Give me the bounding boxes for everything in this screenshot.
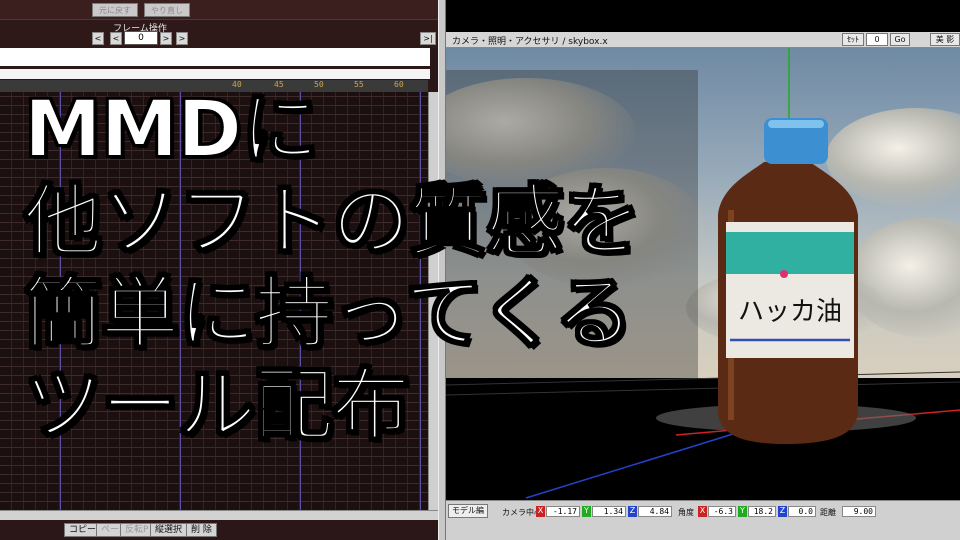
timeline-toolbar: 元に戻す やり直し bbox=[0, 0, 440, 20]
x-axis-badge: X bbox=[698, 506, 707, 517]
headline-line-2: 他ソフトの質感を bbox=[23, 176, 642, 268]
paste-reverse-button[interactable]: 反転P bbox=[120, 523, 154, 537]
distance-label: 距離 bbox=[820, 508, 836, 517]
horizontal-scrollbar[interactable] bbox=[0, 510, 438, 520]
viewport-title: カメラ・照明・アクセサリ / skybox.x bbox=[452, 37, 608, 47]
bottle-cap-highlight bbox=[768, 120, 824, 128]
track-header-area bbox=[0, 48, 430, 66]
camera-center-z[interactable]: 4.84 bbox=[638, 506, 672, 517]
z-axis-badge: Z bbox=[628, 506, 637, 517]
redo-button[interactable]: やり直し bbox=[144, 3, 190, 17]
last-frame-button[interactable]: > bbox=[176, 32, 188, 45]
bone-marker[interactable] bbox=[780, 270, 788, 278]
undo-button[interactable]: 元に戻す bbox=[92, 3, 138, 17]
first-frame-button[interactable]: < bbox=[92, 32, 104, 45]
render-options[interactable]: 美 影 bbox=[930, 33, 960, 46]
frame-number-input[interactable]: 0 bbox=[124, 31, 158, 45]
z-axis-badge: Z bbox=[778, 506, 787, 517]
distance-value[interactable]: 9.00 bbox=[842, 506, 876, 517]
y-axis-badge: Y bbox=[582, 506, 591, 517]
viewport-title-bar: カメラ・照明・アクセサリ / skybox.x ｾｯﾄ 0 Go 美 影 bbox=[446, 32, 960, 48]
track-header-area-2 bbox=[0, 69, 430, 79]
headline-line-4: ツール配布 bbox=[23, 360, 411, 452]
set-frame-input[interactable]: 0 bbox=[866, 33, 888, 46]
set-label: ｾｯﾄ bbox=[842, 33, 864, 46]
delete-button[interactable]: 削 除 bbox=[186, 523, 217, 537]
timeline-bottom-bar: コピー ペースト 反転P 縦選択 削 除 bbox=[0, 520, 440, 540]
next-frame-button[interactable]: > bbox=[160, 32, 172, 45]
headline-line-3: 簡単に持ってくる bbox=[23, 268, 634, 360]
go-button[interactable]: Go bbox=[890, 33, 910, 46]
bottle-label-text: ハッカ油 bbox=[738, 297, 842, 327]
headline: MMDに 他ソフトの質感を 簡単に持ってくる ツール配布 bbox=[23, 84, 704, 452]
camera-center-y[interactable]: 1.34 bbox=[592, 506, 626, 517]
camera-status-bar: モデル編 カメラ中心 X -1.17 Y 1.34 Z 4.84 角度 X -6… bbox=[446, 500, 960, 540]
frame-operations: フレーム操作 < < 0 > > >| bbox=[0, 20, 440, 48]
y-axis-badge: Y bbox=[738, 506, 747, 517]
x-axis-badge: X bbox=[536, 506, 545, 517]
prev-frame-button[interactable]: < bbox=[110, 32, 122, 45]
camera-center-x[interactable]: -1.17 bbox=[546, 506, 580, 517]
angle-z[interactable]: 0.0 bbox=[788, 506, 816, 517]
headline-line-1: MMDに bbox=[23, 84, 320, 176]
angle-x[interactable]: -6.3 bbox=[708, 506, 736, 517]
label-teal-band bbox=[726, 232, 854, 274]
vertical-select-button[interactable]: 縦選択 bbox=[150, 523, 188, 537]
jump-end-button[interactable]: >| bbox=[420, 32, 436, 45]
angle-label: 角度 bbox=[678, 508, 694, 517]
angle-y[interactable]: 18.2 bbox=[748, 506, 776, 517]
model-edit-tab[interactable]: モデル編 bbox=[448, 504, 488, 518]
